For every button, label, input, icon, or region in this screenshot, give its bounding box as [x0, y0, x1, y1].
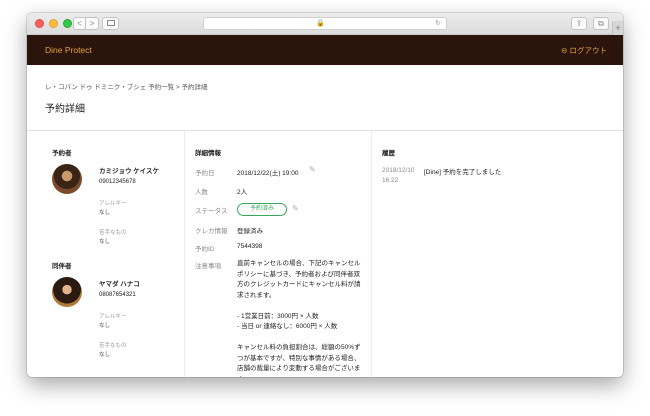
page-title: 予約詳細	[45, 104, 85, 115]
notes-line: - 当日 or 連絡なし：6000円 × 人数	[237, 323, 338, 330]
reservation-id-value: 7544398	[237, 243, 263, 250]
notes-paragraph: - 1営業日前：3000円 × 人数 - 当日 or 連絡なし：6000円 × …	[237, 312, 365, 333]
notes-paragraph: 直前キャンセルの場合、下記のキャンセルポリシーに基づき、予約者および同伴者双方の…	[237, 260, 361, 299]
companion-section-title: 同伴者	[52, 263, 72, 270]
details-section-title: 詳細情報	[195, 150, 221, 157]
history-entry: [Dine] 予約を完了しました	[424, 169, 502, 176]
people-value: 2人	[237, 189, 248, 196]
notes-text: 直前キャンセルの場合、下記のキャンセルポリシーに基づき、予約者および同伴者双方の…	[237, 259, 365, 377]
booker-phone: 09012345678	[99, 179, 136, 185]
column-divider	[184, 131, 185, 377]
history-date: 2018/12/10 16:22	[382, 167, 415, 184]
companion-allergy-value: なし	[99, 323, 111, 329]
companion-avatar	[52, 277, 82, 307]
booker-dislike-label: 苦手なもの	[99, 230, 127, 236]
companion-allergy-label: アレルギー	[99, 314, 127, 320]
page-content: レ・コパン ドゥ ドミニク・ブシェ 予約一覧 > 予約詳細 予約詳細 予約者 カ…	[27, 13, 623, 377]
edit-status-pencil-icon[interactable]: ✎	[292, 204, 299, 213]
people-label: 人数	[195, 189, 208, 196]
status-label: ステータス	[195, 208, 228, 215]
history-section-title: 履歴	[382, 150, 395, 157]
companion-phone: 08087654321	[99, 292, 136, 298]
notes-label: 注意事項	[195, 263, 221, 270]
date-label: 予約日	[195, 170, 215, 177]
companion-name: ヤマダ ハナコ	[99, 281, 140, 288]
booker-name: カミジョウ ケイスケ	[99, 168, 159, 175]
card-value: 登録済み	[237, 228, 263, 235]
companion-dislike-value: なし	[99, 352, 111, 358]
reservation-id-label: 予約ID	[195, 246, 215, 253]
booker-allergy-value: なし	[99, 210, 111, 216]
companion-dislike-label: 苦手なもの	[99, 343, 127, 349]
date-value: 2018/12/22(土) 19:00	[237, 170, 299, 177]
edit-date-pencil-icon[interactable]: ✎	[309, 165, 316, 174]
booker-avatar	[52, 164, 82, 194]
booker-dislike-value: なし	[99, 239, 111, 245]
notes-paragraph: キャンセル料の負担割合は、総額の50%ずつが基本ですが、特別な事情がある場合、店…	[237, 344, 361, 377]
booker-section-title: 予約者	[52, 150, 72, 157]
card-label: クレカ情報	[195, 228, 228, 235]
breadcrumb[interactable]: レ・コパン ドゥ ドミニク・ブシェ 予約一覧 > 予約詳細	[45, 81, 208, 91]
header-divider	[27, 130, 623, 131]
notes-line: - 1営業日前：3000円 × 人数	[237, 312, 319, 320]
column-divider	[371, 131, 372, 377]
status-badge: 予約済み	[237, 203, 287, 216]
booker-allergy-label: アレルギー	[99, 201, 127, 207]
